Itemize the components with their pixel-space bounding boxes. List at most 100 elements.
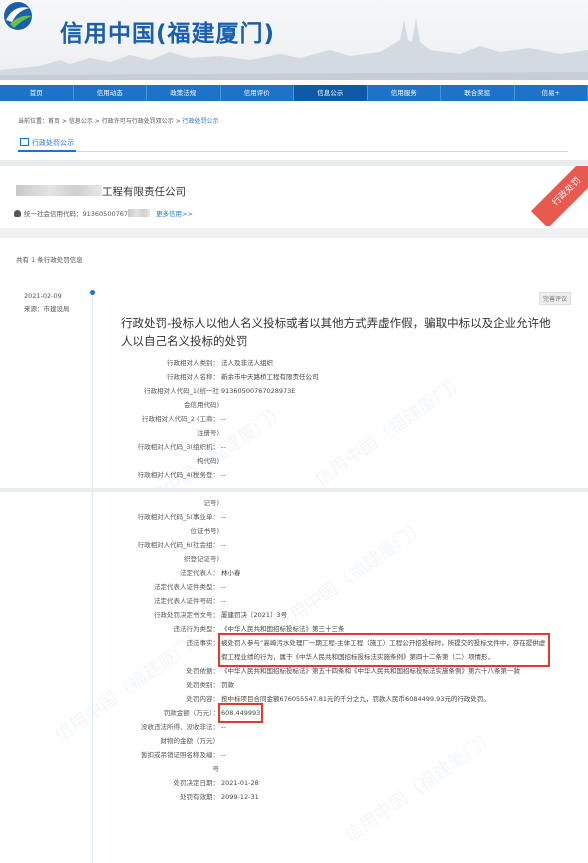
field-value-text: 2099-12-31 bbox=[221, 793, 259, 801]
more-credit-link[interactable]: 更多信用>> bbox=[156, 210, 193, 218]
ribbon-wrap: 行政处罚 bbox=[528, 166, 588, 226]
site-title[interactable]: 信用中国(福建厦门) bbox=[60, 14, 275, 48]
field-value-text: -- bbox=[221, 471, 226, 479]
field-value bbox=[219, 454, 570, 468]
field-label: 行政相对人代码_1(统一社 bbox=[144, 387, 219, 395]
review-badge[interactable]: 完善评议 bbox=[539, 292, 572, 305]
field-row: 行政相对人代码_6(社会组： -- bbox=[100, 538, 570, 552]
field-row: 违法行为类型： 《中华人民共和国招标投标法》第三十三条 bbox=[100, 622, 570, 636]
field-value-text: 厦建罚决〔2021〕3号 bbox=[221, 611, 288, 619]
field-value: 91360500767028973E bbox=[219, 384, 570, 398]
field-value-text: 新余市中天路桥工程有限责任公司 bbox=[221, 373, 319, 381]
field-value-text: -- bbox=[221, 751, 226, 759]
field-value-text: -- bbox=[221, 443, 226, 451]
record-panel: 信用中国（福建厦门） 信用中国（福建厦门） 工程有限责任公司 行政处罚 统一社会… bbox=[0, 166, 588, 488]
field-label: 处罚类别： bbox=[186, 681, 220, 689]
credit-code-value: 91360500767 bbox=[82, 210, 129, 218]
header-banner: 信用中国(福建厦门) bbox=[0, 0, 588, 80]
tab-label: 行政处罚公示 bbox=[32, 139, 74, 147]
field-row: 构代码) bbox=[100, 454, 570, 468]
field-row: 处罚内容： 按中标项目合同金额676055547.81元的千分之九，罚款人民币60… bbox=[100, 692, 570, 706]
fields-top: 行政相对人类别： 法人及非法人组织 行政相对人名称： 新余市中天路桥工程有限责任公司行… bbox=[100, 356, 570, 482]
field-row: 位证书号) bbox=[100, 524, 570, 538]
field-label: 位证书号) bbox=[190, 527, 219, 535]
field-value bbox=[219, 762, 570, 776]
field-row: 处罚决定日期： 2021-01-28 bbox=[100, 776, 570, 790]
nav-item[interactable]: 信用评价 bbox=[221, 85, 294, 101]
field-value-text: 《中华人民共和国招标投标法》第五十四条和《中华人民共和国招标投标法实施条例》第六… bbox=[221, 667, 520, 675]
document-icon bbox=[20, 138, 29, 146]
field-value bbox=[219, 398, 570, 412]
nav-item[interactable]: 信用服务 bbox=[368, 85, 441, 101]
field-label: 暂扣或吊销证照名称及编： bbox=[141, 751, 219, 759]
field-label: 行政相对人代码_4(税务登： bbox=[137, 471, 219, 479]
company-name: 工程有限责任公司 bbox=[16, 184, 186, 199]
site-header: 信用中国(福建厦门) 首页 信用动态 政策法规 信用评价 信息公示 信用服务 联合奖惩 信易+… bbox=[0, 0, 588, 160]
redacted-code bbox=[128, 209, 150, 217]
field-value-text: -- bbox=[221, 583, 226, 591]
field-row: 行政处罚决定书文号： 厦建罚决〔2021〕3号 bbox=[100, 608, 570, 622]
field-label: 财物的金额（万元） bbox=[160, 737, 220, 745]
field-label: 法定代表人证件号码： bbox=[154, 597, 219, 605]
field-value bbox=[219, 496, 570, 510]
field-label: 行政相对人代码_6(社会组： bbox=[137, 541, 219, 549]
credit-code-line: 统一社会信用代码：91360500767 更多信用>> bbox=[14, 208, 193, 218]
breadcrumb-current[interactable]: 行政处罚公示 bbox=[183, 118, 219, 125]
field-label: 违法事实： bbox=[186, 639, 220, 647]
field-value: 被处罚人参与“高崎污水处理厂一期工程-主体工程（施工）工程公开招投标时，所提交的… bbox=[218, 633, 570, 667]
breadcrumb-prefix: 当前位置： bbox=[18, 118, 49, 125]
nav-item[interactable]: 政策法规 bbox=[147, 85, 221, 101]
record-count: 共有 1 条行政处罚信息 bbox=[16, 254, 83, 264]
field-row: 行政相对人代码_2 (工商： -- bbox=[100, 412, 570, 426]
field-row: 处罚类别： 罚款 bbox=[100, 678, 570, 692]
nav-item[interactable]: 信息公示 bbox=[294, 85, 368, 101]
field-row: 注册号) bbox=[100, 426, 570, 440]
field-value-text: -- bbox=[221, 723, 226, 731]
field-value: 林小春 bbox=[219, 566, 570, 580]
timeline-line bbox=[92, 297, 93, 488]
section-divider bbox=[0, 228, 588, 238]
field-value-text: 《中华人民共和国招标投标法》第三十三条 bbox=[221, 625, 345, 633]
nav-item[interactable]: 联合奖惩 bbox=[441, 85, 515, 101]
field-value: 罚款 bbox=[219, 678, 570, 692]
nav-item[interactable]: 首页 bbox=[0, 85, 74, 101]
field-value: 608.449993 bbox=[217, 703, 570, 723]
field-label: 法定代表人： bbox=[180, 569, 219, 577]
field-value: -- bbox=[219, 748, 570, 762]
record-date: 2021-02-09 bbox=[24, 292, 62, 300]
field-value-text: 罚款 bbox=[221, 681, 234, 689]
field-label: 处罚有效期： bbox=[180, 793, 219, 801]
field-label: 织登记证号) bbox=[183, 555, 219, 563]
field-value: -- bbox=[219, 412, 570, 426]
credit-code-label: 统一社会信用代码： bbox=[24, 210, 83, 218]
breadcrumb-path[interactable]: 首页 > 信息公示 > 行政许可与行政处罚双公示 > bbox=[48, 118, 183, 125]
field-row: 法定代表人： 林小春 bbox=[100, 566, 570, 580]
company-name-suffix: 工程有限责任公司 bbox=[102, 186, 186, 198]
field-value bbox=[219, 734, 570, 748]
field-label: 违法行为类型： bbox=[173, 625, 220, 633]
field-value bbox=[219, 426, 570, 440]
user-icon bbox=[14, 210, 21, 217]
field-row: 没收违法所得、没收非法： -- bbox=[100, 720, 570, 734]
field-value: -- bbox=[219, 580, 570, 594]
tab-penalty-publicity[interactable]: 行政处罚公示 bbox=[18, 136, 76, 152]
nav-item[interactable]: 信用动态 bbox=[74, 85, 147, 101]
field-row: 号 bbox=[100, 762, 570, 776]
xinyong-logo-icon bbox=[4, 2, 32, 30]
field-value-text: 2021-01-28 bbox=[221, 779, 259, 787]
field-label: 行政相对人代码_5(事业单： bbox=[137, 513, 219, 521]
field-label: 罚款金额（万元）： bbox=[163, 709, 219, 717]
field-row: 法定代表人证件号码： -- bbox=[100, 594, 570, 608]
tab-bar: 行政处罚公示 bbox=[18, 136, 568, 152]
field-value bbox=[219, 524, 570, 538]
penalty-ribbon: 行政处罚 bbox=[530, 166, 588, 226]
field-value-text: 91360500767028973E bbox=[221, 387, 296, 395]
field-label: 处罚决定日期： bbox=[173, 779, 220, 787]
field-value bbox=[219, 552, 570, 566]
nav-item[interactable]: 信易+ bbox=[515, 85, 588, 101]
highlighted-value: 被处罚人参与“高崎污水处理厂一期工程-主体工程（施工）工程公开招投标时，所提交的… bbox=[218, 633, 550, 667]
penalty-title: 行政处罚-投标人以他人名义投标或者以其他方式弄虚作假，骗取中标以及企业允许他人以… bbox=[121, 316, 551, 348]
field-row: 行政相对人代码_5(事业单： -- bbox=[100, 510, 570, 524]
field-row: 记号) bbox=[100, 496, 570, 510]
field-label: 处罚依据： bbox=[186, 667, 220, 675]
